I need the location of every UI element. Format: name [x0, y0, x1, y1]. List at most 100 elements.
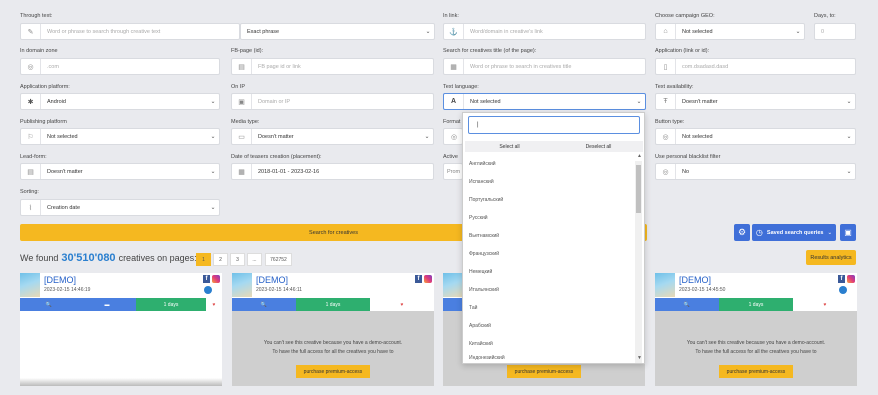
facebook-icon: f	[838, 275, 845, 283]
saved-queries-button[interactable]: ◷ Saved search queries ⌄	[752, 224, 836, 241]
heart-icon[interactable]: ♥	[206, 298, 222, 311]
days-to-input[interactable]: 0	[814, 23, 856, 40]
locked-line-2: To have the full access for all the crea…	[272, 349, 394, 355]
purchase-premium-button[interactable]: purchase premium-access	[719, 365, 793, 378]
language-option[interactable]: Английский	[463, 155, 635, 173]
platform-icon: ⚐	[21, 129, 41, 144]
page-2[interactable]: 2	[213, 253, 228, 266]
heart-icon[interactable]: ♥	[370, 298, 434, 311]
on-ip-input[interactable]: ▣ Domain or IP	[231, 93, 434, 110]
active-select[interactable]: Prom	[443, 163, 463, 180]
select-all-button[interactable]: Select all	[465, 141, 554, 152]
format-select[interactable]: ◎	[443, 128, 463, 145]
globe-icon: ◎	[21, 59, 41, 74]
results-prefix: We found	[20, 253, 59, 263]
page-1[interactable]: 1	[196, 253, 211, 266]
text-language-select[interactable]: A Not selected ⌄	[443, 93, 646, 110]
search-icon[interactable]: 🔍	[232, 298, 296, 311]
card-title[interactable]: [DEMO]	[44, 275, 76, 285]
chevron-down-icon: ⌄	[210, 205, 216, 211]
lead-form-select[interactable]: ▤ Doesn't matter ⌄	[20, 163, 220, 180]
search-icon[interactable]: 🔍	[655, 298, 719, 311]
details-icon[interactable]: ▬	[78, 298, 136, 311]
fb-page-label: FB-page (id):	[231, 48, 264, 54]
campaign-geo-select[interactable]: ⌂ Not selected ⌄	[655, 23, 805, 40]
facebook-icon: f	[203, 275, 210, 283]
purchase-premium-button[interactable]: purchase premium-access	[296, 365, 370, 378]
search-icon[interactable]	[443, 298, 463, 311]
locked-message: You can't see this creative because you …	[232, 339, 434, 357]
button-type-select[interactable]: ◎ Not selected ⌄	[655, 128, 856, 145]
language-option[interactable]: Китайский	[463, 335, 635, 353]
page-last[interactable]: 762752	[265, 253, 292, 266]
teaser-date-input[interactable]: ▦ 2018-01-01 - 2023-02-16	[231, 163, 434, 180]
card-date: 2023-02-15 14:46:19	[44, 287, 91, 293]
blacklist-select[interactable]: ◎ No ⌄	[655, 163, 856, 180]
in-link-label: In link:	[443, 13, 459, 19]
through-text-input[interactable]: ✎ Word or phrase to search through creat…	[20, 23, 240, 40]
language-search-input[interactable]: |	[468, 116, 640, 134]
creative-thumbnail[interactable]	[443, 273, 463, 297]
sorting-select[interactable]: ⌇ Creation date ⌄	[20, 199, 220, 216]
card-days: 1 days	[296, 298, 370, 311]
text-availability-value: Doesn't matter	[682, 98, 718, 105]
settings-button[interactable]: ⚙	[734, 224, 750, 241]
language-option[interactable]: Испанский	[463, 173, 635, 191]
days-to-label: Days, to:	[814, 13, 836, 19]
language-option[interactable]: Итальянский	[463, 281, 635, 299]
creative-thumbnail[interactable]	[232, 273, 252, 297]
dropdown-scrollbar[interactable]	[635, 161, 642, 363]
publishing-platform-select[interactable]: ⚐ Not selected ⌄	[20, 128, 220, 145]
chevron-down-icon: ⌄	[846, 99, 852, 105]
scrollbar-thumb[interactable]	[636, 165, 641, 213]
lead-form-value: Doesn't matter	[47, 168, 83, 175]
sorting-value: Creation date	[47, 204, 81, 211]
instagram-icon	[212, 275, 220, 283]
save-query-button[interactable]: ▣	[840, 224, 856, 241]
creative-title-label: Search for creatives title (of the page)…	[443, 48, 537, 54]
scroll-up-icon[interactable]: ▲	[637, 153, 642, 159]
media-type-value: Doesn't matter	[258, 133, 294, 140]
text-match-select[interactable]: Exact phrase ⌄	[240, 23, 435, 40]
purchase-premium-button[interactable]: purchase premium-access	[507, 365, 581, 378]
instagram-icon	[424, 275, 432, 283]
scroll-down-icon[interactable]: ▼	[637, 355, 642, 361]
card-title[interactable]: [DEMO]	[256, 275, 288, 285]
creative-thumbnail[interactable]	[20, 273, 40, 297]
sorting-label: Sorting:	[20, 189, 39, 195]
card-title[interactable]: [DEMO]	[679, 275, 711, 285]
language-option[interactable]: Русский	[463, 209, 635, 227]
language-option[interactable]: Тай	[463, 299, 635, 317]
card-actions: 🔍 1 days ♥	[232, 298, 434, 311]
format-icon: ◎	[450, 133, 458, 141]
building-icon: ⌂	[656, 24, 676, 39]
heart-icon[interactable]: ♥	[793, 298, 857, 311]
language-option[interactable]: Арабский	[463, 317, 635, 335]
app-platform-select[interactable]: ✱ Android ⌄	[20, 93, 220, 110]
media-type-select[interactable]: ▭ Doesn't matter ⌄	[231, 128, 434, 145]
fb-page-input[interactable]: ▤ FB page id or link	[231, 58, 434, 75]
language-option[interactable]: Французский	[463, 245, 635, 263]
publishing-platform-value: Not selected	[47, 133, 78, 140]
page-3[interactable]: 3	[230, 253, 245, 266]
application-input[interactable]: ▯ com.dsadasd.dasd	[655, 58, 856, 75]
card-date: 2023-02-15 14:46:11	[256, 287, 303, 293]
in-link-input[interactable]: ⚓ Word/domain in creative's link	[443, 23, 646, 40]
language-option[interactable]: Индонезийский	[463, 353, 635, 365]
creative-thumbnail[interactable]	[655, 273, 675, 297]
results-analytics-button[interactable]: Results analytics	[806, 250, 856, 265]
search-icon[interactable]: 🔍	[20, 298, 78, 311]
creative-title-input[interactable]: ▦ Word or phrase to search in creatives …	[443, 58, 646, 75]
domain-zone-input[interactable]: ◎ .com	[20, 58, 220, 75]
language-option[interactable]: Вьетнамский	[463, 227, 635, 245]
floppy-icon: ▣	[844, 228, 852, 237]
share-icon	[839, 286, 847, 294]
text-availability-select[interactable]: Ŧ Doesn't matter ⌄	[655, 93, 856, 110]
language-option[interactable]: Немецкий	[463, 263, 635, 281]
document-icon: ▦	[444, 59, 464, 74]
card-actions: 🔍 ▬ 1 days ♥	[20, 298, 222, 311]
creative-card: [DEMO] 2023-02-15 14:46:11 f 🔍 1 days ♥ …	[232, 273, 434, 386]
language-option[interactable]: Португальский	[463, 191, 635, 209]
deselect-all-button[interactable]: Deselect all	[554, 141, 643, 152]
phone-icon: ▯	[656, 59, 676, 74]
